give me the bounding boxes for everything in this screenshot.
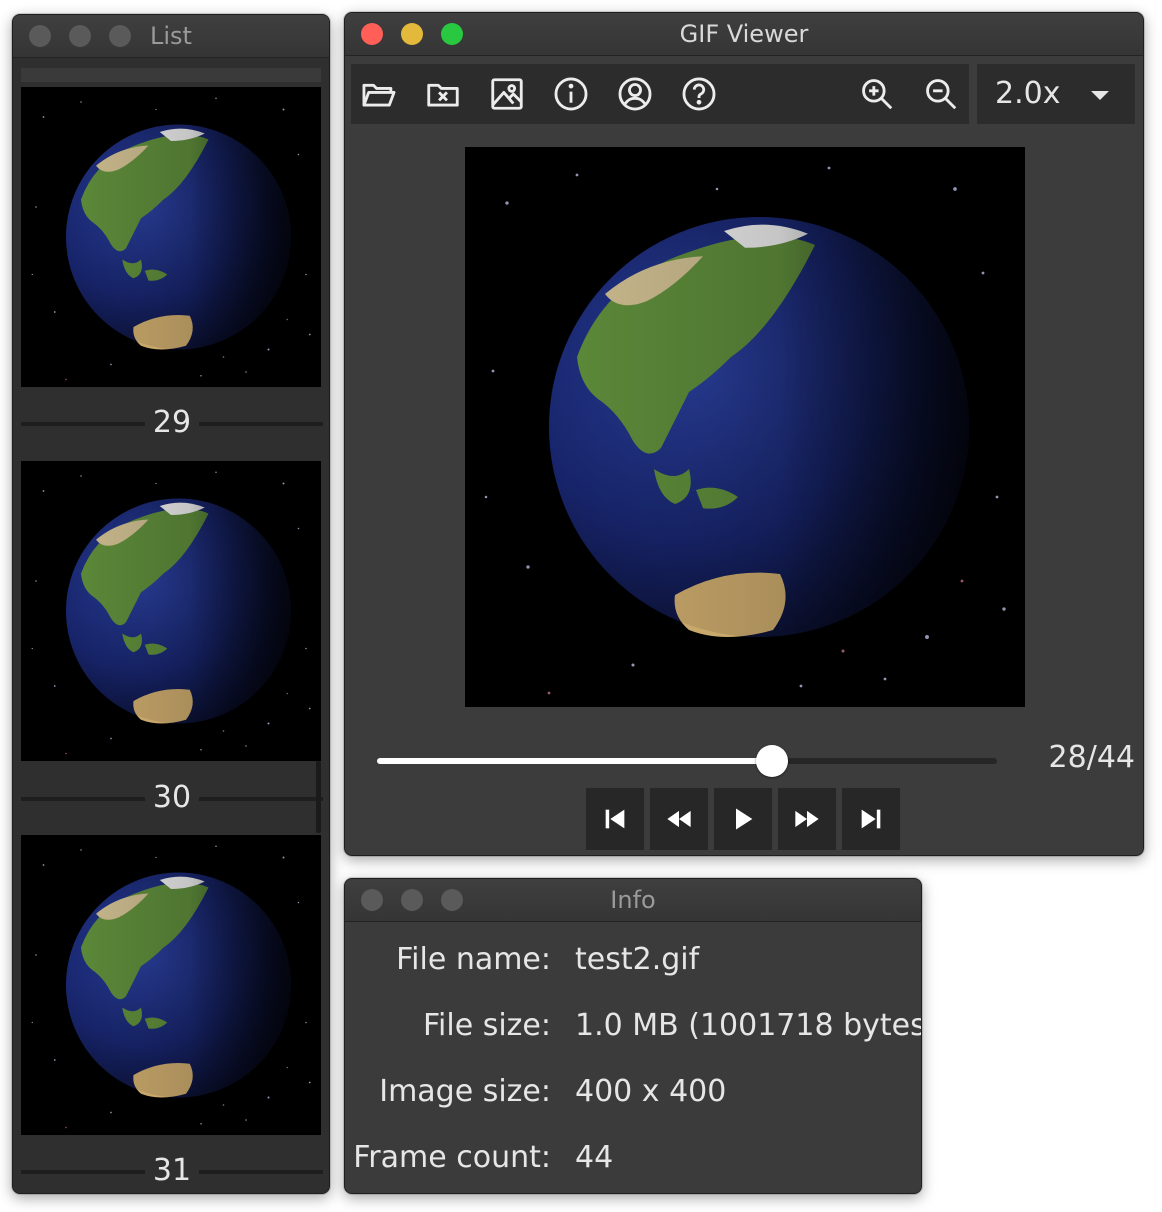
- scrollbar[interactable]: [316, 761, 321, 833]
- close-file-icon[interactable]: [423, 74, 463, 114]
- user-icon[interactable]: [615, 74, 655, 114]
- info-row-file-size: File size: 1.0 MB (1001718 bytes): [345, 1006, 921, 1046]
- window-title: Info: [610, 886, 656, 914]
- window-title: List: [150, 22, 192, 50]
- info-value: test2.gif: [575, 942, 700, 977]
- fast-forward-icon: [795, 810, 819, 828]
- skip-to-start-icon: [605, 809, 625, 829]
- info-row-frame-count: Frame count: 44: [345, 1138, 921, 1178]
- list-window: List 29 30 31: [12, 14, 330, 1194]
- globe-image: [465, 147, 1025, 707]
- help-icon[interactable]: [679, 74, 719, 114]
- slider-fill: [377, 758, 772, 764]
- frame-label: 30: [21, 778, 323, 818]
- globe-image: [21, 835, 321, 1135]
- info-label: Image size:: [379, 1074, 551, 1109]
- gif-viewer-window: GIF Viewer 2.0x 28/44: [344, 12, 1144, 856]
- info-label: File size:: [422, 1008, 551, 1043]
- window-title: GIF Viewer: [679, 20, 809, 48]
- skip-to-end-icon: [861, 809, 881, 829]
- info-label: Frame count:: [353, 1140, 551, 1175]
- globe-image: [21, 461, 321, 761]
- viewer-titlebar[interactable]: GIF Viewer: [345, 13, 1143, 56]
- frame-list[interactable]: 29 30 31: [13, 58, 329, 1193]
- play-button[interactable]: [714, 788, 772, 850]
- info-body: File name: test2.gif File size: 1.0 MB (…: [345, 922, 921, 1193]
- zoom-in-icon[interactable]: [857, 74, 897, 114]
- info-window: Info File name: test2.gif File size: 1.0…: [344, 878, 922, 1194]
- info-titlebar[interactable]: Info: [345, 879, 921, 922]
- frame-thumbnail[interactable]: [21, 87, 321, 387]
- globe-image: [21, 87, 321, 387]
- zoom-out-icon[interactable]: [921, 74, 961, 114]
- list-titlebar[interactable]: List: [13, 15, 329, 58]
- zoom-value: 2.0x: [995, 76, 1061, 111]
- play-icon: [736, 808, 753, 830]
- frame-number: 30: [152, 780, 192, 815]
- list-item-partial: [21, 68, 321, 82]
- frame-slider[interactable]: [377, 745, 997, 777]
- previous-frame-button[interactable]: [650, 788, 708, 850]
- frame-label: 31: [21, 1151, 323, 1191]
- frame-thumbnail[interactable]: [21, 835, 321, 1135]
- frame-label: 29: [21, 403, 323, 443]
- zoom-dropdown[interactable]: 2.0x: [977, 64, 1135, 124]
- viewer-body: 2.0x 28/44: [345, 56, 1143, 855]
- info-value: 400 x 400: [575, 1074, 727, 1109]
- open-folder-icon[interactable]: [359, 74, 399, 114]
- first-frame-button[interactable]: [586, 788, 644, 850]
- toolbar: [351, 64, 969, 124]
- frame-thumbnail[interactable]: [21, 461, 321, 761]
- info-icon[interactable]: [551, 74, 591, 114]
- frame-counter: 28/44: [1048, 740, 1135, 775]
- gif-canvas: [465, 147, 1025, 707]
- info-label: File name:: [396, 942, 551, 977]
- next-frame-button[interactable]: [778, 788, 836, 850]
- last-frame-button[interactable]: [842, 788, 900, 850]
- info-value: 44: [575, 1140, 614, 1175]
- image-icon[interactable]: [487, 74, 527, 114]
- slider-thumb[interactable]: [755, 745, 788, 777]
- info-value: 1.0 MB (1001718 bytes): [575, 1008, 922, 1043]
- info-row-image-size: Image size: 400 x 400: [345, 1072, 921, 1112]
- info-row-file-name: File name: test2.gif: [345, 940, 921, 980]
- frame-number: 29: [152, 405, 192, 440]
- rewind-icon: [667, 810, 691, 828]
- chevron-down-icon: [1091, 91, 1109, 100]
- frame-number: 31: [152, 1153, 192, 1188]
